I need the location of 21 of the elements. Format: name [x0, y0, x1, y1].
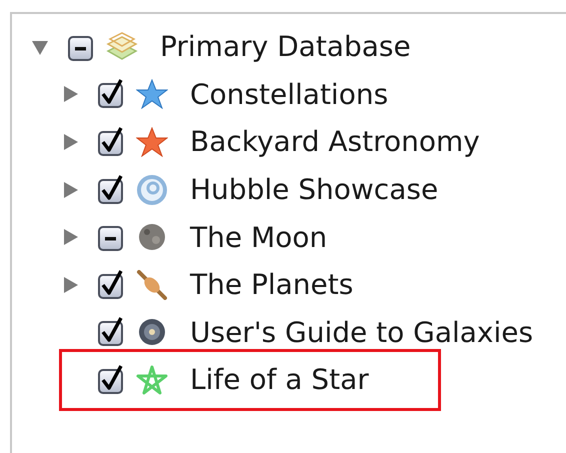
tree-item[interactable]: The Moon: [190, 220, 328, 254]
checkbox[interactable]: [97, 126, 125, 157]
tree-item[interactable]: Backyard Astronomy: [190, 125, 480, 158]
tree-item[interactable]: Hubble Showcase: [190, 173, 438, 206]
checkbox[interactable]: [97, 364, 125, 395]
planet-icon: [136, 270, 168, 300]
checkbox[interactable]: [97, 317, 125, 348]
layers-icon: [106, 32, 138, 62]
checkbox[interactable]: [97, 174, 125, 205]
star-icon: [136, 79, 168, 110]
checkbox[interactable]: [97, 79, 125, 110]
star-icon: [136, 126, 168, 157]
tree-item[interactable]: Primary Database: [160, 30, 411, 64]
tree-item[interactable]: Life of a Star: [190, 363, 369, 396]
galaxy-icon: [136, 317, 168, 348]
tree-item[interactable]: User's Guide to Galaxies: [190, 316, 534, 349]
tree-item[interactable]: The Planets: [190, 268, 354, 302]
tree-item[interactable]: Constellations: [190, 78, 388, 111]
checkbox[interactable]: [97, 270, 125, 300]
star-outline-icon: [136, 364, 168, 395]
moon-icon: [136, 222, 168, 252]
